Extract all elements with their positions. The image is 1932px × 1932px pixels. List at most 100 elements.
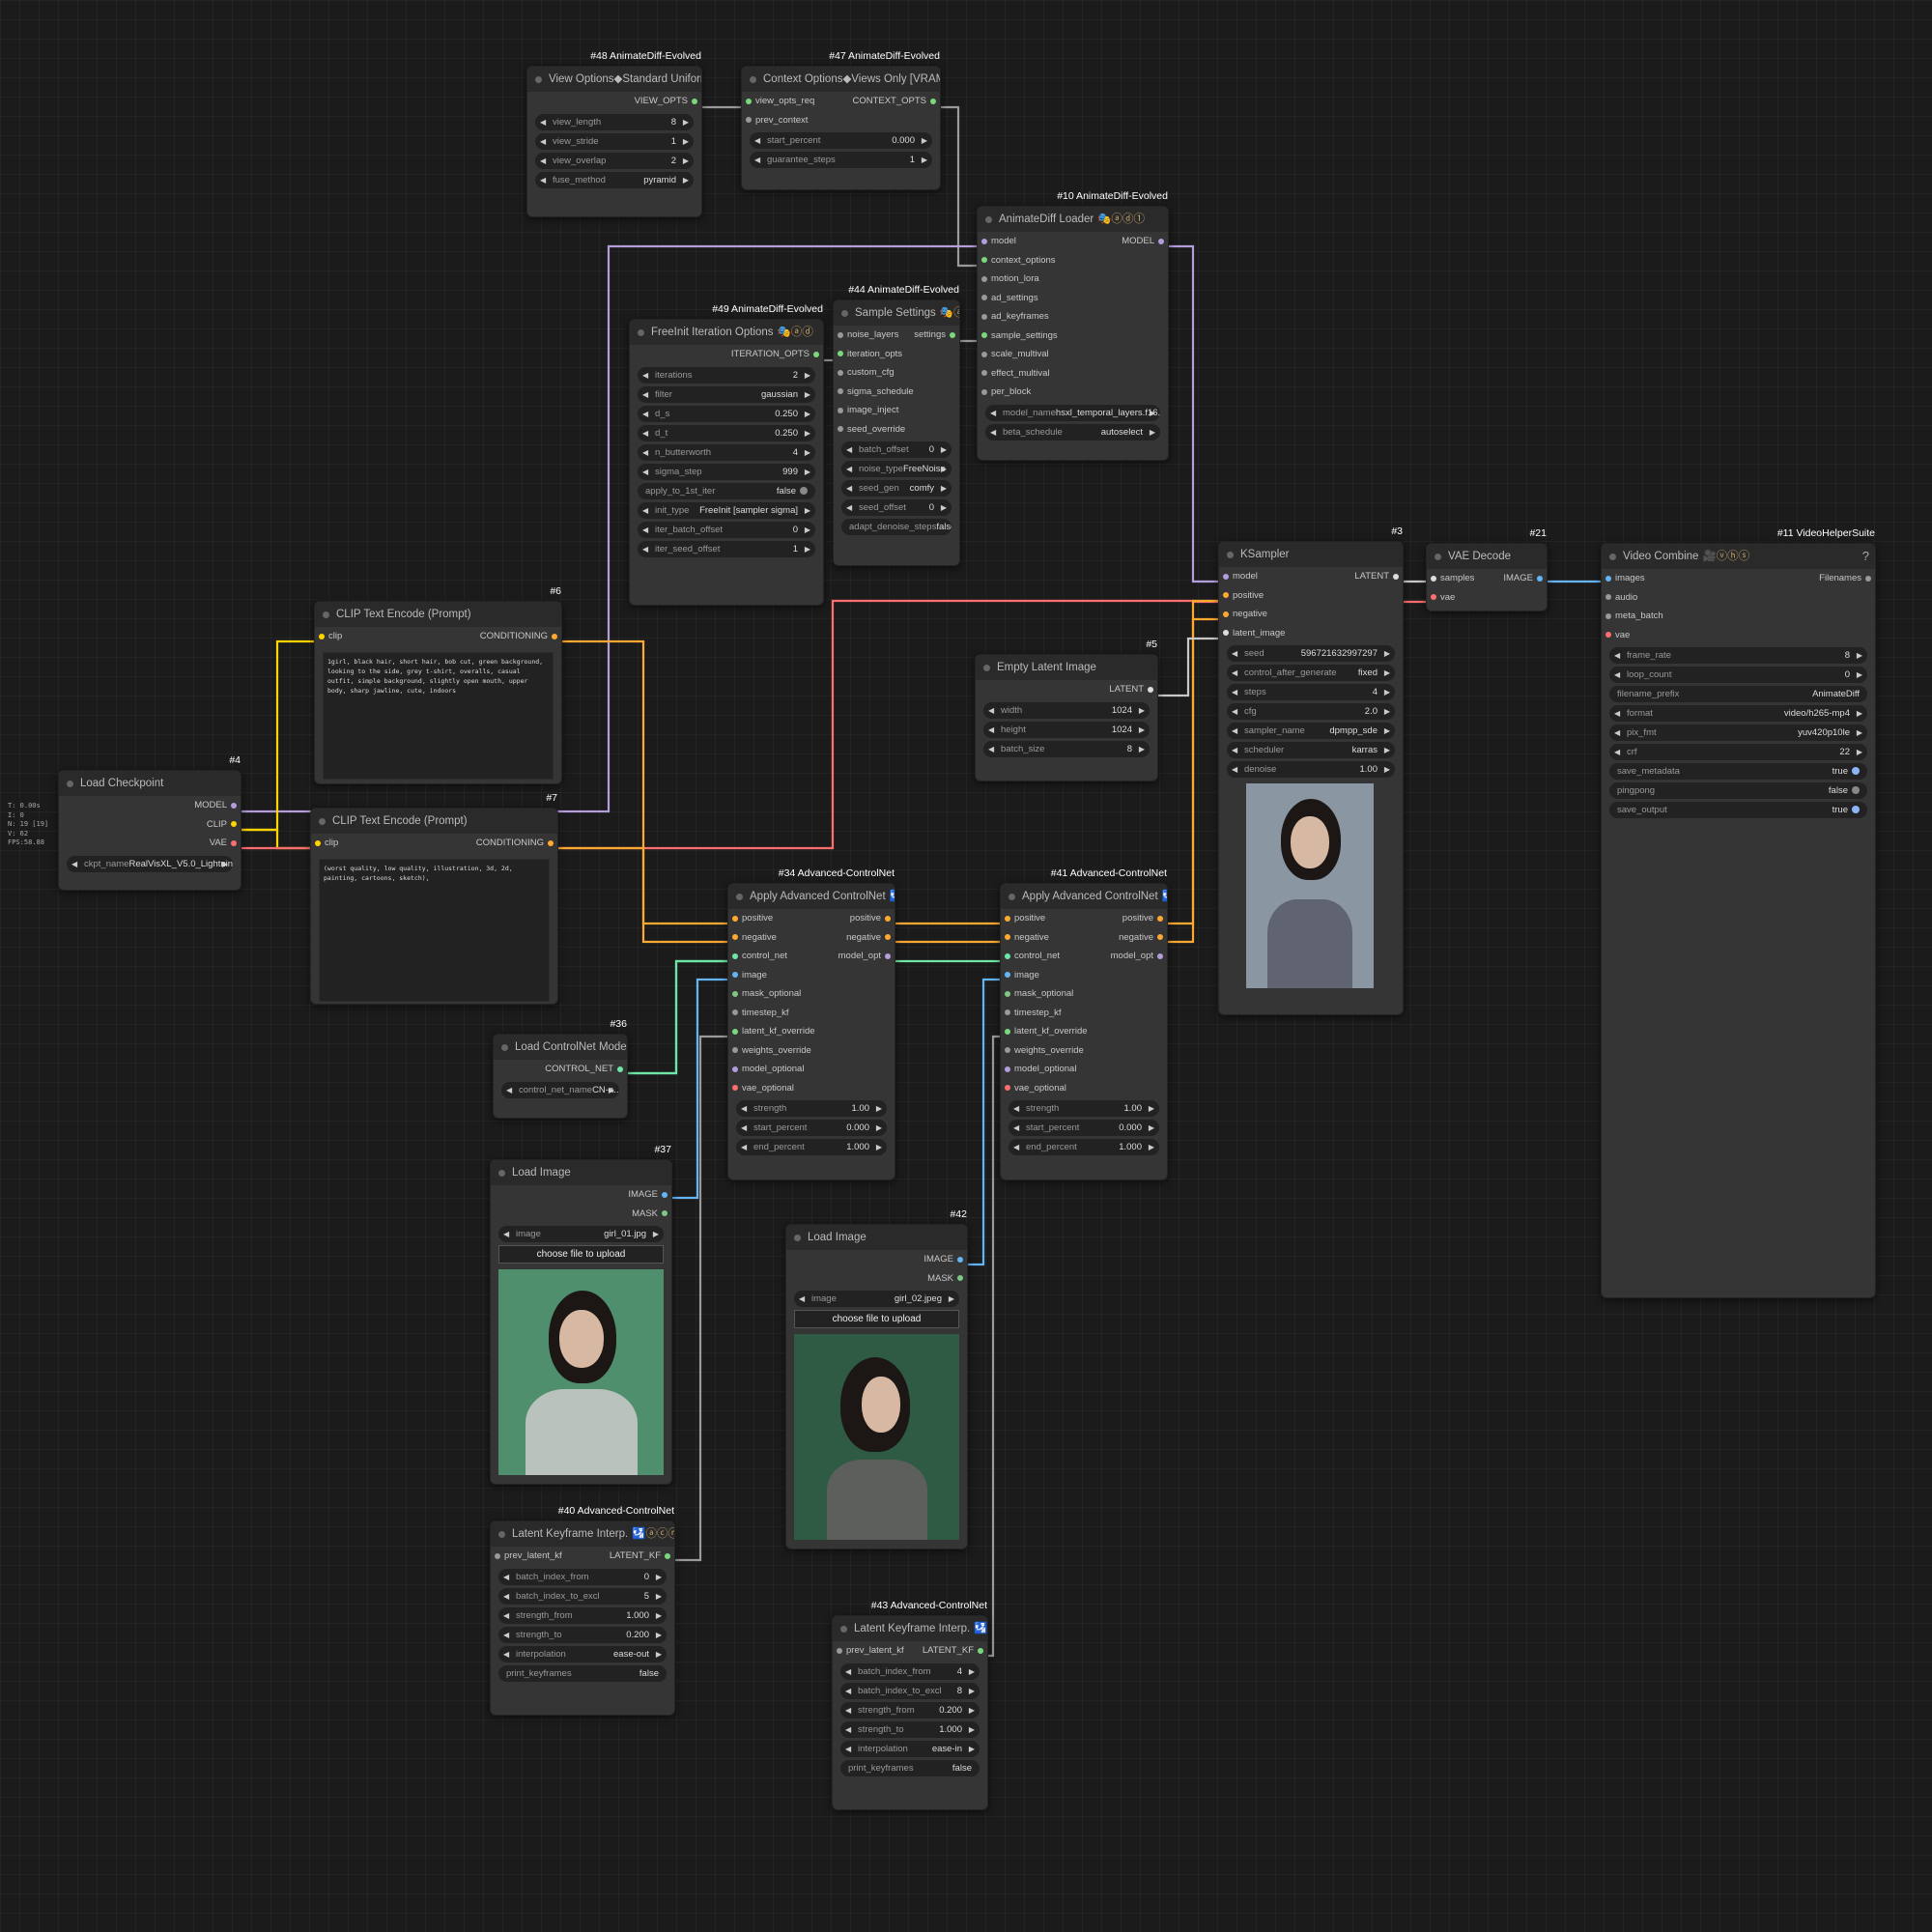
widget-guarantee-steps[interactable]: guarantee_steps 1 <box>750 152 932 168</box>
input-positive[interactable]: positive <box>1219 586 1403 606</box>
toggle-pingpong[interactable]: pingpong false <box>1609 782 1867 799</box>
input-motion-lora[interactable]: motion_lora <box>978 270 1168 289</box>
collapse-dot-icon[interactable] <box>498 1531 505 1538</box>
widget-crf[interactable]: crf 22 <box>1609 744 1867 760</box>
input-socket[interactable] <box>732 1009 738 1015</box>
node-vae-decode[interactable]: #21 VAE Decode samples IMAGE vae <box>1426 527 1548 611</box>
widget-steps[interactable]: steps 4 <box>1227 684 1395 700</box>
output-latent-kf[interactable]: LATENT_KF <box>610 1547 674 1566</box>
node-title-bar[interactable]: CLIP Text Encode (Prompt) <box>315 602 561 627</box>
collapse-dot-icon[interactable] <box>498 1170 505 1177</box>
node-title-bar[interactable]: Load ControlNet Model <box>494 1035 627 1060</box>
widget-filter[interactable]: filter gaussian <box>638 385 815 403</box>
output-socket[interactable] <box>1157 915 1163 922</box>
input-socket[interactable] <box>1605 632 1611 638</box>
input-socket[interactable] <box>1223 611 1229 617</box>
output-socket[interactable] <box>1157 934 1163 940</box>
widget-format[interactable]: format video/h265-mp4 <box>1609 705 1867 722</box>
widget-ckpt-name[interactable]: ckpt_nameRealVisXL_V5.0_Lightning_f... <box>67 855 233 872</box>
input-socket[interactable] <box>1605 594 1611 600</box>
input-socket[interactable] <box>837 1647 842 1654</box>
output-socket[interactable] <box>957 1275 963 1281</box>
collapse-dot-icon[interactable] <box>67 781 73 787</box>
node-title-bar[interactable]: CLIP Text Encode (Prompt) <box>311 809 557 834</box>
widget-frame-rate[interactable]: frame_rate 8 <box>1609 647 1867 664</box>
widget-iter-batch-offset[interactable]: iter_batch_offset 0 <box>638 521 815 538</box>
widget-start-percent[interactable]: start_percent 0.000 <box>750 132 932 149</box>
output-image[interactable]: IMAGE <box>491 1185 671 1205</box>
output-settings[interactable]: settings <box>914 326 959 345</box>
input-prev-latent-kf[interactable]: prev_latent_kf <box>491 1547 562 1566</box>
input-socket[interactable] <box>981 313 987 320</box>
widget-image[interactable]: image girl_01.jpg <box>498 1226 664 1242</box>
widget-batch-index-to-excl[interactable]: batch_index_to_excl 8 <box>840 1682 980 1699</box>
widget-interpolation[interactable]: interpolation ease-out <box>498 1645 667 1662</box>
widget-end-percent[interactable]: end_percent 1.000 <box>1009 1139 1159 1155</box>
input-clip[interactable]: clip <box>311 834 338 853</box>
widget-start-percent[interactable]: start_percent 0.000 <box>736 1120 887 1136</box>
input-image[interactable]: image <box>728 966 895 985</box>
collapse-dot-icon[interactable] <box>794 1235 801 1241</box>
widget-view-overlap[interactable]: view_overlap 2 <box>535 152 694 169</box>
node-title-bar[interactable]: Sample Settings🎭ⓐⓓ <box>834 300 959 326</box>
input-socket[interactable] <box>1005 972 1010 978</box>
input-socket[interactable] <box>1005 1009 1010 1015</box>
input-iteration-opts[interactable]: iteration_opts <box>834 345 959 364</box>
widget-denoise[interactable]: denoise 1.00 <box>1227 761 1395 778</box>
input-weights-override[interactable]: weights_override <box>1001 1041 1167 1061</box>
input-socket[interactable] <box>315 839 321 846</box>
node-title-bar[interactable]: Load Checkpoint <box>59 771 241 796</box>
widget-image[interactable]: image girl_02.jpeg <box>794 1291 959 1307</box>
widget-width[interactable]: width 1024 <box>983 701 1150 719</box>
input-socket[interactable] <box>981 275 987 282</box>
widget-seed[interactable]: seed 596721632997297 <box>1227 645 1395 662</box>
input-per-block[interactable]: per_block <box>978 383 1168 402</box>
widget-noise-type[interactable]: noise_typeFreeNoise <box>841 461 952 477</box>
collapse-dot-icon[interactable] <box>1009 894 1015 900</box>
input-meta-batch[interactable]: meta_batch <box>1602 607 1875 626</box>
input-negative[interactable]: negative <box>728 928 777 948</box>
widget-seed-offset[interactable]: seed_offset 0 <box>841 499 952 516</box>
output-socket[interactable] <box>1157 952 1163 959</box>
input-mask-optional[interactable]: mask_optional <box>1001 984 1167 1004</box>
input-samples[interactable]: samples <box>1427 569 1474 588</box>
widget-strength-to[interactable]: strength_to 0.200 <box>498 1626 667 1643</box>
output-socket[interactable] <box>617 1065 623 1072</box>
input-socket[interactable] <box>732 1065 738 1072</box>
widget-strength[interactable]: strength 1.00 <box>1009 1100 1159 1117</box>
input-socket[interactable] <box>319 633 325 639</box>
input-latent-kf-override[interactable]: latent_kf_override <box>1001 1022 1167 1041</box>
input-control-net[interactable]: control_net <box>1001 947 1060 966</box>
input-socket[interactable] <box>1223 592 1229 598</box>
widget-strength[interactable]: strength 1.00 <box>736 1100 887 1117</box>
input-socket[interactable] <box>732 1047 738 1053</box>
input-socket[interactable] <box>838 351 843 356</box>
toggle-print-keyframes[interactable]: print_keyframes false <box>840 1759 980 1776</box>
input-weights-override[interactable]: weights_override <box>728 1041 895 1061</box>
input-effect-multival[interactable]: effect_multival <box>978 364 1168 384</box>
input-socket[interactable] <box>838 388 843 394</box>
widget-iter-seed-offset[interactable]: iter_seed_offset 1 <box>638 540 815 557</box>
output-socket[interactable] <box>885 934 891 940</box>
output-iteration-opts[interactable]: ITERATION_OPTS <box>630 345 823 364</box>
input-socket[interactable] <box>981 370 987 376</box>
input-socket[interactable] <box>838 407 843 413</box>
output-model[interactable]: MODEL <box>59 796 241 815</box>
output-conditioning[interactable]: CONDITIONING <box>476 834 557 853</box>
output-socket[interactable] <box>1158 238 1164 244</box>
input-socket[interactable] <box>1431 594 1436 600</box>
input-socket[interactable] <box>746 117 752 123</box>
input-latent-kf-override[interactable]: latent_kf_override <box>728 1022 895 1041</box>
input-control-net[interactable]: control_net <box>728 947 787 966</box>
collapse-dot-icon[interactable] <box>638 329 644 336</box>
input-socket[interactable] <box>1005 1085 1010 1091</box>
output-negative[interactable]: negative <box>846 928 895 948</box>
node-title-bar[interactable]: KSampler <box>1219 542 1403 567</box>
output-mask[interactable]: MASK <box>491 1205 671 1224</box>
node-sample-settings[interactable]: #44 AnimateDiff-Evolved Sample Settings 🎭… <box>833 284 960 566</box>
node-apply-advanced-controlnet-34[interactable]: #34 Advanced-ControlNet Apply Advanced C… <box>727 867 895 1180</box>
output-socket[interactable] <box>231 821 237 827</box>
input-socket[interactable] <box>732 1085 738 1091</box>
input-model[interactable]: model <box>1219 567 1258 586</box>
input-socket[interactable] <box>838 331 843 338</box>
